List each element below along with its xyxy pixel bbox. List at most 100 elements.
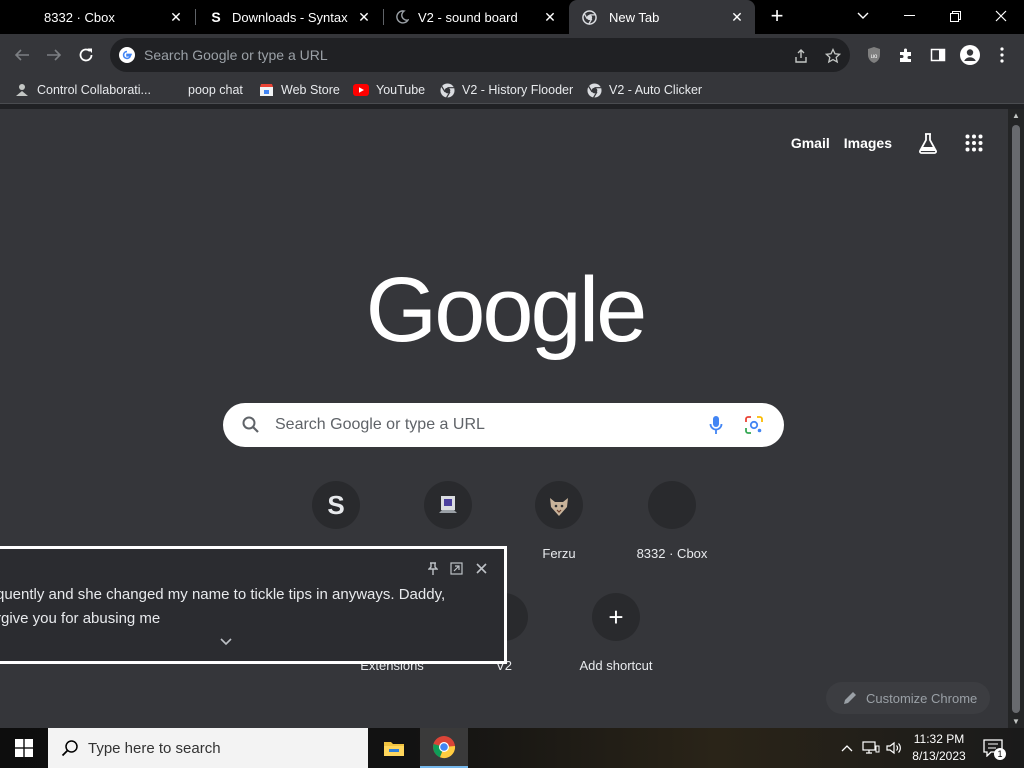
menu-kebab-icon[interactable] — [990, 43, 1014, 67]
tab-cbox[interactable]: 8332 · Cbox ✕ — [0, 0, 194, 34]
close-icon[interactable] — [474, 561, 488, 575]
customize-label: Customize Chrome — [866, 690, 978, 706]
popup-message-line: rgive you for abusing me — [0, 610, 161, 627]
add-shortcut-tile[interactable]: + Add shortcut — [560, 577, 672, 681]
svg-text:uo: uo — [871, 54, 878, 60]
labs-flask-icon[interactable] — [916, 131, 940, 155]
forward-button[interactable] — [42, 43, 66, 67]
restore-button[interactable] — [932, 0, 978, 32]
address-bar[interactable] — [110, 38, 850, 72]
bookmark-history-flooder[interactable]: V2 - History Flooder — [439, 80, 573, 100]
extensions-puzzle-icon[interactable] — [894, 43, 918, 67]
shortcut-label: 8332 · Cbox — [636, 546, 708, 561]
shortcut-label: Ferzu — [542, 546, 576, 561]
ferzu-shortcut-icon — [535, 481, 583, 529]
web-store-icon — [258, 82, 274, 98]
bookmark-star-icon[interactable] — [824, 47, 842, 65]
bookmarks-bar: Control Collaborati... poop chat Web Sto… — [0, 76, 1024, 104]
notification-count-badge: 1 — [994, 748, 1006, 760]
share-icon[interactable] — [792, 47, 810, 65]
network-icon[interactable] — [860, 728, 882, 768]
notification-center-icon[interactable]: 1 — [980, 728, 1006, 768]
close-icon[interactable]: ✕ — [168, 9, 184, 25]
images-link[interactable]: Images — [844, 135, 892, 151]
ntp-search-input[interactable] — [275, 416, 704, 434]
popout-icon[interactable] — [449, 561, 463, 575]
moon-favicon-icon — [394, 9, 410, 25]
shortcut-tile[interactable]: 8332 · Cbox — [616, 465, 728, 569]
tab-title: Downloads - Syntax — [232, 9, 348, 25]
pin-icon[interactable] — [426, 561, 440, 575]
svg-text:Google: Google — [366, 259, 645, 361]
clock-time: 11:32 PM — [913, 732, 965, 746]
file-explorer-icon[interactable] — [370, 728, 418, 768]
scroll-up-arrow-icon[interactable]: ▲ — [1008, 109, 1024, 123]
close-icon[interactable]: ✕ — [356, 9, 372, 25]
plus-icon: + — [592, 593, 640, 641]
chrome-icon — [586, 82, 602, 98]
voice-search-mic-icon[interactable] — [704, 413, 728, 437]
clock-date: 8/13/2023 — [912, 749, 966, 763]
google-apps-grid-icon[interactable] — [962, 131, 986, 155]
collaboration-icon — [14, 82, 30, 98]
scroll-thumb[interactable] — [1012, 125, 1020, 713]
reload-button[interactable] — [74, 43, 98, 67]
popup-message: quently and she changed my name to tickl… — [0, 583, 490, 631]
bookmark-auto-clicker[interactable]: V2 - Auto Clicker — [586, 80, 702, 100]
youtube-icon — [353, 82, 369, 98]
toolbar: uo — [0, 34, 1024, 76]
show-hidden-icons-chevron-icon[interactable] — [838, 728, 856, 768]
syntax-favicon-icon: S — [211, 9, 221, 25]
tab-sound-board[interactable]: V2 - sound board ✕ — [384, 0, 568, 34]
chat-popup-overlay: quently and she changed my name to tickl… — [0, 546, 507, 664]
chrome-favicon-icon — [581, 9, 597, 25]
chrome-taskbar-icon[interactable] — [420, 728, 468, 768]
bookmark-label: V2 - History Flooder — [462, 83, 574, 97]
back-button[interactable] — [10, 43, 34, 67]
system-clock[interactable]: 11:32 PM 8/13/2023 — [902, 731, 976, 765]
tab-title: 8332 · Cbox — [44, 9, 115, 25]
ublock-icon[interactable]: uo — [862, 43, 886, 67]
taskbar-search-box[interactable] — [48, 728, 368, 768]
shortcut-label: Add shortcut — [579, 658, 653, 673]
minimize-button[interactable] — [886, 0, 932, 32]
windows-start-icon[interactable] — [0, 728, 48, 768]
ntp-header-links: Gmail Images — [791, 131, 986, 155]
profile-avatar-icon[interactable] — [958, 43, 982, 67]
search-icon — [61, 740, 78, 757]
google-g-icon — [119, 47, 135, 63]
taskbar-search-input[interactable] — [88, 739, 348, 757]
scroll-down-arrow-icon[interactable]: ▼ — [1008, 715, 1024, 729]
bookmark-web-store[interactable]: Web Store — [258, 80, 340, 100]
new-tab-button[interactable]: + — [766, 5, 788, 28]
search-icon — [242, 416, 259, 433]
bookmark-label: poop chat — [188, 83, 243, 97]
gmail-link[interactable]: Gmail — [791, 135, 830, 151]
bookmark-control-collaboration[interactable]: Control Collaborati... — [14, 80, 151, 100]
bookmark-label: YouTube — [376, 83, 426, 97]
browser-window: 8332 · Cbox ✕ S Downloads - Syntax ✕ V2 … — [0, 0, 1024, 768]
shortcut-tile[interactable]: Ferzu — [503, 465, 615, 569]
close-icon[interactable]: ✕ — [729, 9, 745, 25]
bookmark-youtube[interactable]: YouTube — [353, 80, 425, 100]
volume-icon[interactable] — [884, 728, 904, 768]
syntax-shortcut-icon: S — [312, 481, 360, 529]
bookmark-label: Control Collaborati... — [37, 83, 151, 97]
ntp-search-box[interactable] — [223, 403, 784, 447]
bookmark-poop-chat[interactable]: poop chat — [188, 80, 243, 100]
page-scrollbar[interactable]: ▲ ▼ — [1008, 109, 1024, 729]
tab-title: New Tab — [609, 9, 660, 25]
tab-downloads-syntax[interactable]: S Downloads - Syntax ✕ — [196, 0, 382, 34]
chevron-down-icon[interactable] — [218, 635, 234, 651]
bookmark-label: Web Store — [281, 83, 340, 97]
close-window-button[interactable] — [978, 0, 1024, 32]
google-lens-icon[interactable] — [742, 413, 766, 437]
omnibox-input[interactable] — [144, 47, 850, 63]
tab-new-tab[interactable]: New Tab ✕ — [569, 0, 755, 34]
close-icon[interactable]: ✕ — [542, 9, 558, 25]
customize-chrome-button[interactable]: Customize Chrome — [826, 682, 990, 714]
pencil-icon — [844, 692, 856, 704]
blank-favicon-icon — [0, 9, 24, 25]
tab-search-chevron-icon[interactable] — [840, 0, 886, 32]
side-panel-icon[interactable] — [926, 43, 950, 67]
